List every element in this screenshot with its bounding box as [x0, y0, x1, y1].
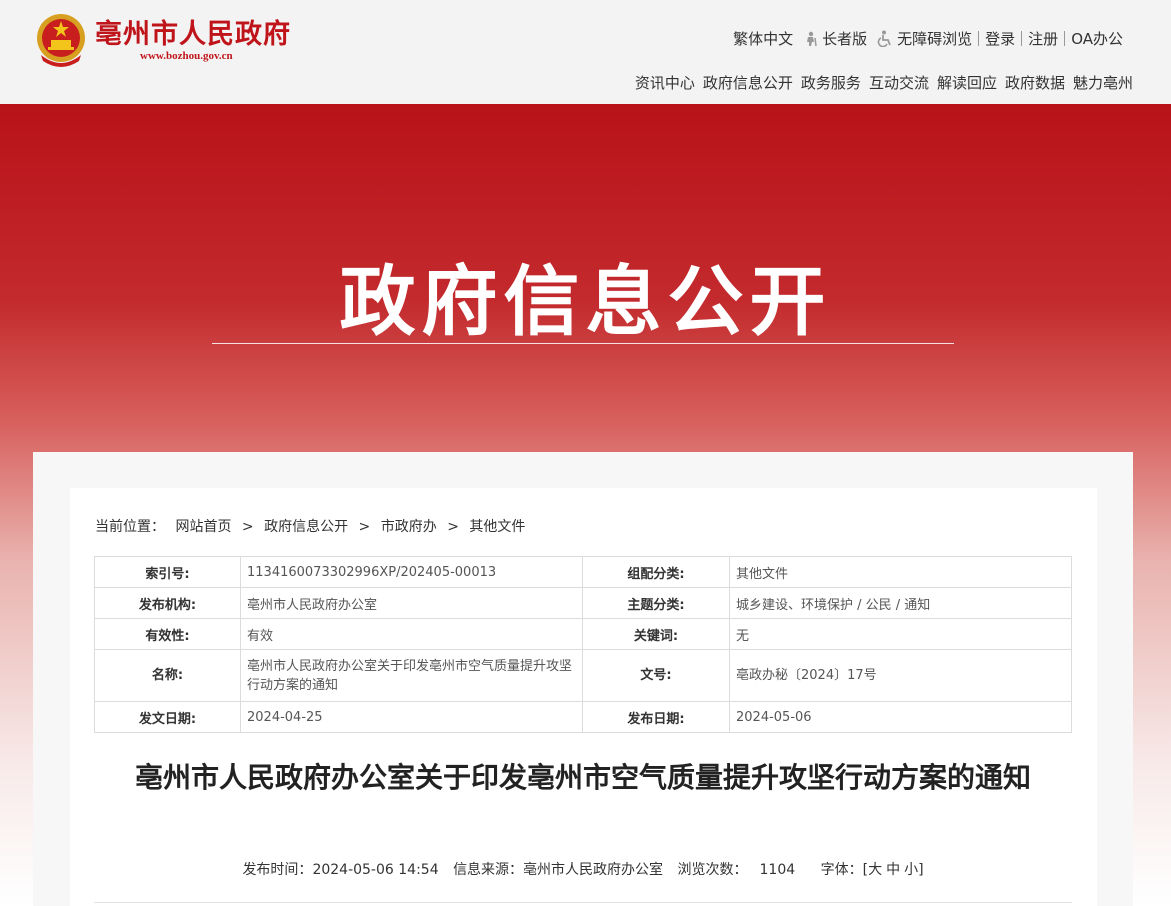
oa-office-link[interactable]: OA办公	[1071, 28, 1123, 49]
nav-item-charm-bozhou[interactable]: 魅力亳州	[1073, 72, 1133, 93]
traditional-chinese-link[interactable]: 繁体中文	[733, 28, 793, 49]
elder-mode-label: 长者版	[822, 30, 868, 48]
breadcrumb: 当前位置： 网站首页 > 政府信息公开 > 市政府办 > 其他文件	[95, 516, 531, 536]
banner-title: 政府信息公开	[339, 257, 832, 346]
font-size-control: 字体：[大中小]	[821, 862, 924, 878]
name-label: 名称:	[94, 649, 241, 702]
publish-date-label: 发布日期:	[582, 701, 730, 733]
font-small-button[interactable]: 小	[904, 862, 918, 878]
breadcrumb-separator: >	[358, 519, 371, 535]
register-link[interactable]: 注册	[1028, 28, 1058, 49]
topic-label: 主题分类:	[582, 587, 730, 619]
document-title: 亳州市人民政府办公室关于印发亳州市空气质量提升攻坚行动方案的通知	[134, 761, 1031, 794]
national-emblem-icon[interactable]	[33, 11, 89, 69]
breadcrumb-separator: >	[241, 519, 254, 535]
info-source-label: 信息来源：	[453, 862, 524, 878]
info-source-value: 亳州市人民政府办公室	[523, 862, 664, 878]
keywords-value: 无	[729, 618, 1072, 650]
accessible-browse-link[interactable]: 无障碍浏览	[877, 28, 972, 49]
view-count: 浏览次数： 1104	[678, 862, 796, 878]
publish-date-value: 2024-05-06	[729, 701, 1072, 733]
table-row: 发文日期: 2024-04-25 发布日期: 2024-05-06	[94, 701, 1072, 733]
keywords-label: 关键词:	[582, 618, 730, 650]
publish-time-label: 发布时间：	[242, 862, 313, 878]
publisher-value: 亳州市人民政府办公室	[240, 587, 583, 619]
nav-item-interpretation[interactable]: 解读回应	[937, 72, 997, 93]
banner-divider	[212, 343, 954, 344]
breadcrumb-city-office[interactable]: 市政府办	[381, 519, 437, 535]
name-value: 亳州市人民政府办公室关于印发亳州市空气质量提升攻坚行动方案的通知	[240, 649, 583, 702]
wheelchair-icon	[877, 30, 891, 47]
site-url: www.bozhou.gov.cn	[140, 50, 233, 62]
nav-item-gov-info[interactable]: 政府信息公开	[703, 72, 793, 93]
index-no-value: 1134160073302996XP/202405-00013	[240, 556, 583, 588]
publish-time: 发布时间：2024-05-06 14:54	[242, 862, 438, 878]
font-large-button[interactable]: 大	[868, 862, 882, 878]
breadcrumb-gov-info[interactable]: 政府信息公开	[264, 519, 348, 535]
top-links: 繁体中文 长者版 无障碍浏览 登录 注册 OA办公	[733, 28, 1123, 49]
index-no-label: 索引号:	[94, 556, 241, 588]
table-row: 有效性: 有效 关键词: 无	[94, 618, 1072, 650]
nav-item-news[interactable]: 资讯中心	[635, 72, 695, 93]
elder-icon	[807, 31, 817, 46]
font-size-label: 字体：	[820, 862, 863, 878]
view-count-value: 1104	[759, 862, 796, 878]
doc-no-value: 亳政办秘〔2024〕17号	[729, 649, 1072, 702]
site-header: 亳州市人民政府 www.bozhou.gov.cn 繁体中文 长者版 无障碍浏览…	[0, 0, 1171, 104]
breadcrumb-separator: >	[447, 519, 459, 535]
topic-value: 城乡建设、环境保护 / 公民 / 通知	[729, 587, 1072, 619]
category-label: 组配分类:	[582, 556, 730, 588]
login-link[interactable]: 登录	[985, 28, 1015, 49]
font-medium-button[interactable]: 中	[886, 862, 900, 878]
issue-date-label: 发文日期:	[94, 701, 241, 733]
view-count-label: 浏览次数：	[677, 862, 748, 878]
breadcrumb-other-docs[interactable]: 其他文件	[469, 519, 525, 535]
info-divider	[94, 902, 1072, 903]
publish-time-value: 2024-05-06 14:54	[312, 862, 439, 878]
main-nav: 资讯中心 政府信息公开 政务服务 互动交流 解读回应 政府数据 魅力亳州	[627, 72, 1133, 93]
document-info-bar: 发布时间：2024-05-06 14:54 信息来源：亳州市人民政府办公室 浏览…	[0, 859, 1166, 879]
table-row: 发布机构: 亳州市人民政府办公室 主题分类: 城乡建设、环境保护 / 公民 / …	[94, 587, 1072, 619]
font-bracket-close: ]	[918, 862, 924, 878]
validity-label: 有效性:	[94, 618, 241, 650]
breadcrumb-label: 当前位置：	[95, 519, 165, 535]
table-row: 名称: 亳州市人民政府办公室关于印发亳州市空气质量提升攻坚行动方案的通知 文号:…	[94, 649, 1072, 702]
table-row: 索引号: 1134160073302996XP/202405-00013 组配分…	[94, 556, 1072, 588]
elder-mode-link[interactable]: 长者版	[803, 28, 867, 49]
nav-item-gov-data[interactable]: 政府数据	[1005, 72, 1065, 93]
issue-date-value: 2024-04-25	[240, 701, 583, 733]
breadcrumb-home[interactable]: 网站首页	[175, 519, 231, 535]
accessible-browse-label: 无障碍浏览	[897, 30, 973, 48]
nav-item-interaction[interactable]: 互动交流	[869, 72, 929, 93]
nav-item-services[interactable]: 政务服务	[801, 72, 861, 93]
document-meta-table: 索引号: 1134160073302996XP/202405-00013 组配分…	[94, 556, 1072, 733]
doc-no-label: 文号:	[582, 649, 730, 702]
info-source: 信息来源：亳州市人民政府办公室	[453, 862, 663, 878]
site-name[interactable]: 亳州市人民政府	[95, 12, 291, 51]
publisher-label: 发布机构:	[94, 587, 241, 619]
category-value: 其他文件	[729, 556, 1072, 588]
validity-value: 有效	[240, 618, 583, 650]
